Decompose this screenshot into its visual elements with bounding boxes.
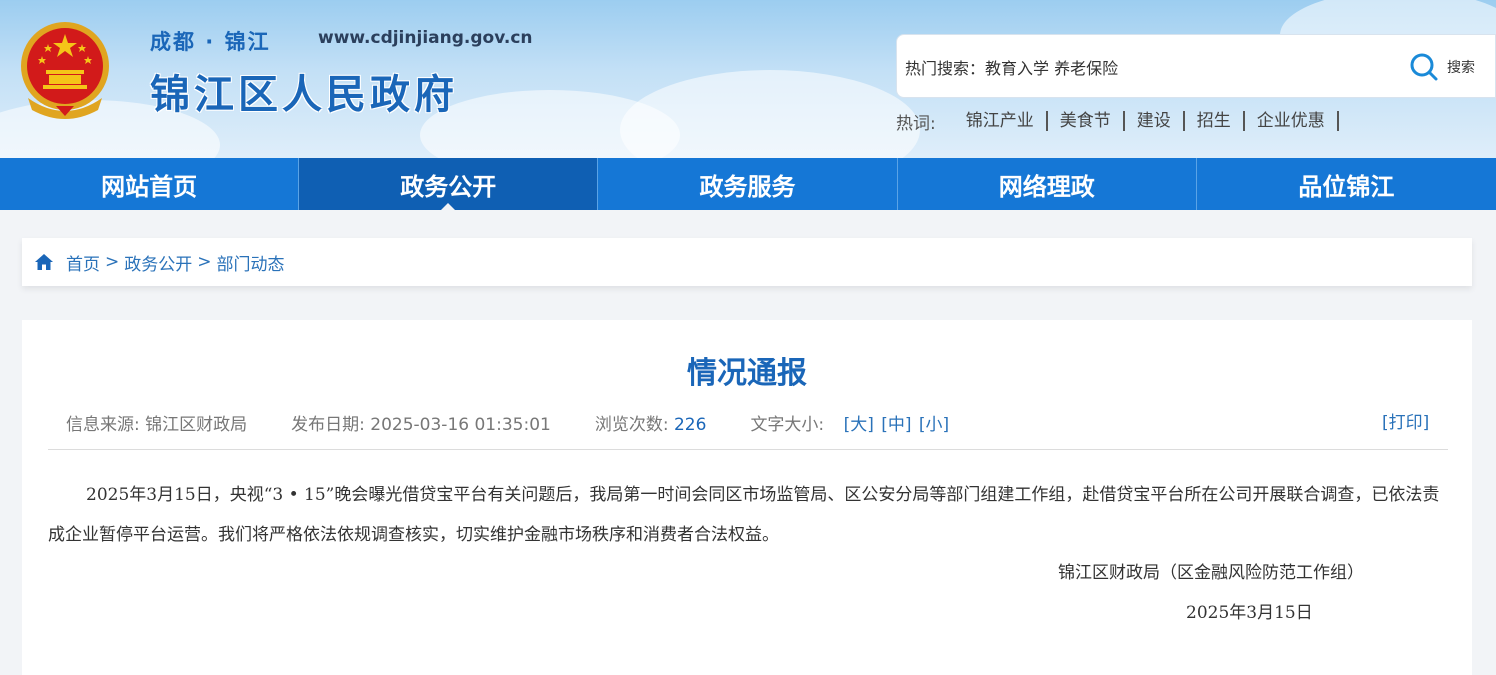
breadcrumb: 首页 > 政务公开 > 部门动态 (22, 238, 1472, 286)
article-body: 2025年3月15日，央视“3 • 15”晚会曝光借贷宝平台有关问题后，我局第一… (48, 485, 1440, 545)
breadcrumb-separator: > (105, 252, 120, 272)
site-subtitle: 成都 · 锦江 (150, 30, 271, 54)
article: 情况通报 信息来源: 锦江区财政局 发布日期: 2025-03-16 01:35… (22, 320, 1472, 675)
font-size-medium-button[interactable]: [中] (881, 415, 911, 435)
search-box: 搜索 (896, 34, 1496, 98)
meta-views: 浏览次数: 226 (595, 410, 707, 435)
nav-item-government-affairs-open[interactable]: 政务公开 (299, 158, 599, 211)
cloud-decoration (620, 70, 920, 158)
nav-item-taste-jinjiang[interactable]: 品位锦江 (1197, 158, 1496, 210)
search-button-label: 搜索 (1447, 60, 1475, 76)
nav-item-home[interactable]: 网站首页 (0, 158, 300, 210)
hot-words: 热词: 锦江产业 美食节 建设 招生 企业优惠 (896, 108, 1339, 134)
article-signature-date: 2025年3月15日 (1186, 603, 1313, 623)
breadcrumb-home[interactable]: 首页 (66, 250, 100, 275)
article-title: 情况通报 (687, 356, 807, 391)
meta-source-label: 信息来源: (66, 414, 140, 435)
meta-views-label: 浏览次数: (594, 414, 669, 435)
meta-font-size-label: 文字大小: (750, 414, 825, 435)
font-size-small-button[interactable]: [小] (919, 415, 949, 435)
hot-word-link[interactable]: 锦江产业 (954, 111, 1048, 131)
print-button[interactable]: [打印] (1382, 408, 1429, 433)
nav-item-government-services[interactable]: 政务服务 (598, 158, 898, 210)
hot-word-link[interactable]: 美食节 (1048, 111, 1125, 131)
hot-word-link[interactable]: 企业优惠 (1245, 111, 1339, 131)
search-button[interactable]: 搜索 (1409, 49, 1475, 85)
hot-word-link[interactable]: 招生 (1185, 111, 1245, 131)
meta-source: 信息来源: 锦江区财政局 (66, 410, 247, 435)
national-emblem-logo[interactable] (18, 20, 112, 120)
meta-date-value: 2025-03-16 01:35:01 (370, 414, 551, 435)
article-meta: 信息来源: 锦江区财政局 发布日期: 2025-03-16 01:35:01 浏… (66, 410, 995, 435)
breadcrumb-separator: > (197, 252, 212, 272)
site-title[interactable]: 锦江区人民政府 (150, 62, 458, 120)
meta-font-size: 文字大小: [大] [中] [小] (750, 410, 951, 435)
meta-views-count: 226 (673, 414, 707, 435)
search-icon (1409, 52, 1439, 82)
search-input[interactable] (905, 49, 1395, 85)
article-signature-org: 锦江区财政局（区金融风险防范工作组） (1058, 563, 1364, 583)
main-nav: 网站首页 政务公开 政务服务 网络理政 品位锦江 (0, 158, 1496, 211)
hot-words-label: 热词: (896, 113, 936, 134)
meta-source-value: 锦江区财政局 (145, 414, 248, 435)
divider (48, 449, 1448, 450)
breadcrumb-government-affairs-open[interactable]: 政务公开 (124, 250, 192, 275)
font-size-large-button[interactable]: [大] (844, 415, 874, 435)
breadcrumb-department-news[interactable]: 部门动态 (217, 250, 285, 275)
meta-date-label: 发布日期: (291, 414, 365, 435)
nav-item-online-governance[interactable]: 网络理政 (898, 158, 1197, 210)
site-url: www.cdjinjiang.gov.cn (318, 28, 533, 48)
home-icon (34, 252, 54, 272)
hot-word-link[interactable]: 建设 (1125, 111, 1185, 131)
site-header: 成都 · 锦江 www.cdjinjiang.gov.cn 锦江区人民政府 搜索… (0, 0, 1496, 158)
meta-date: 发布日期: 2025-03-16 01:35:01 (291, 410, 551, 435)
